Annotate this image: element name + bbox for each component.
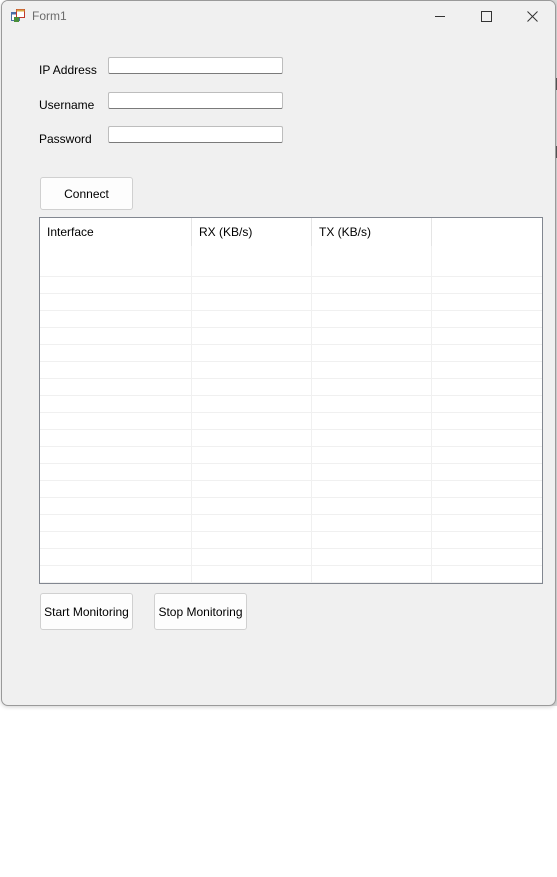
empty-grid-row — [40, 294, 542, 311]
minimize-button[interactable] — [417, 1, 463, 32]
maximize-icon — [480, 11, 492, 22]
window-title: Form1 — [32, 9, 67, 23]
empty-grid-row — [40, 430, 542, 447]
empty-grid-row — [40, 532, 542, 549]
stop-monitoring-button[interactable]: Stop Monitoring — [154, 593, 247, 630]
form1-window: Form1 IP Address Username Password Conne… — [1, 0, 556, 706]
empty-grid-row — [40, 515, 542, 532]
close-icon — [526, 11, 538, 22]
empty-grid-row — [40, 396, 542, 413]
empty-grid-row — [40, 566, 542, 583]
username-label: Username — [39, 98, 95, 112]
grid-column-line — [431, 246, 432, 583]
grid-column-line — [191, 246, 192, 583]
empty-grid-row — [40, 379, 542, 396]
close-button[interactable] — [509, 1, 555, 32]
title-bar[interactable]: Form1 — [2, 1, 555, 32]
app-form-icon — [11, 9, 26, 23]
list-header: Interface RX (KB/s) TX (KB/s) — [40, 218, 542, 246]
empty-grid-row — [40, 277, 542, 294]
column-header-tx[interactable]: TX (KB/s) — [312, 218, 432, 246]
empty-grid-row — [40, 549, 542, 566]
interface-list-view[interactable]: Interface RX (KB/s) TX (KB/s) — [39, 217, 543, 584]
empty-grid-row — [40, 345, 542, 362]
username-input[interactable] — [108, 92, 283, 109]
minimize-icon — [434, 11, 446, 22]
column-header-empty[interactable] — [432, 218, 542, 246]
empty-grid-row — [40, 260, 542, 277]
empty-grid-row — [40, 481, 542, 498]
empty-grid-row — [40, 311, 542, 328]
empty-grid-row — [40, 464, 542, 481]
connect-button[interactable]: Connect — [40, 177, 133, 210]
grid-column-line — [311, 246, 312, 583]
empty-grid-row — [40, 413, 542, 430]
empty-grid-row — [40, 498, 542, 515]
empty-grid-row — [40, 362, 542, 379]
maximize-button[interactable] — [463, 1, 509, 32]
password-input[interactable] — [108, 126, 283, 143]
start-monitoring-button[interactable]: Start Monitoring — [40, 593, 133, 630]
empty-grid-row — [40, 447, 542, 464]
ip-address-label: IP Address — [39, 63, 97, 77]
ip-address-input[interactable] — [108, 57, 283, 74]
column-header-rx[interactable]: RX (KB/s) — [192, 218, 312, 246]
column-header-interface[interactable]: Interface — [40, 218, 192, 246]
empty-grid-row — [40, 328, 542, 345]
password-label: Password — [39, 132, 92, 146]
